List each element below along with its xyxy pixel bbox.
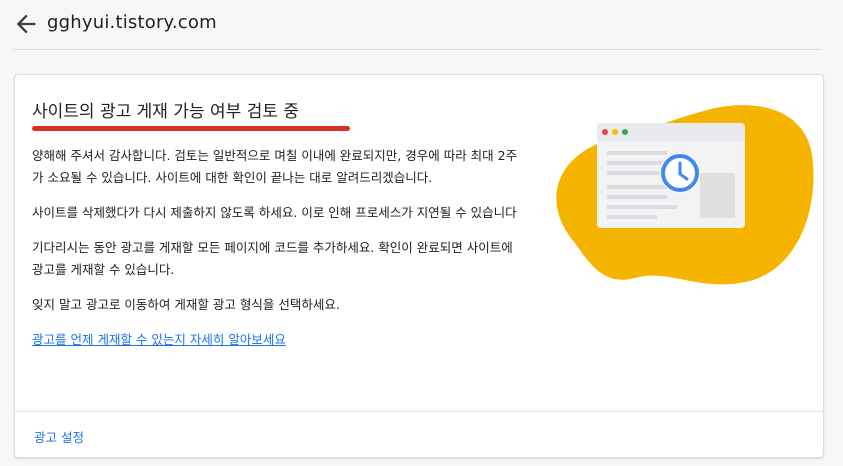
paragraph-choose-format: 잊지 말고 광고로 이동하여 게재할 광고 형식을 선택하세요. <box>32 297 340 312</box>
paragraph-add-code: 기다리시는 동안 광고를 게재할 모든 페이지에 코드를 추가하세요. 확인이 … <box>32 240 513 277</box>
site-title: gghyui.tistory.com <box>47 12 217 33</box>
card-footer-divider <box>15 411 823 412</box>
top-bar: gghyui.tistory.com <box>0 0 843 50</box>
clock-icon <box>660 153 700 193</box>
header-divider <box>14 49 822 50</box>
learn-more-link[interactable]: 광고를 언제 게재할 수 있는지 자세히 알아보세요 <box>32 329 286 351</box>
paragraph-review-thanks: 양해해 주셔서 감사합니다. 검토는 일반적으로 며칠 이내에 완료되지만, 경… <box>32 148 518 185</box>
ad-settings-link[interactable]: 광고 설정 <box>34 427 84 446</box>
paragraph-do-not-resubmit: 사이트를 삭제했다가 다시 제출하지 않도록 하세요. 이로 인해 프로세스가 … <box>32 205 517 220</box>
back-button[interactable] <box>12 10 40 38</box>
review-status-card: 사이트의 광고 게재 가능 여부 검토 중 양해해 주셔서 감사합니다. 검토는… <box>14 74 824 458</box>
arrow-back-icon <box>16 14 36 34</box>
card-body: 양해해 주셔서 감사합니다. 검토는 일반적으로 며칠 이내에 완료되지만, 경… <box>32 145 528 351</box>
title-highlight-underline <box>32 126 350 131</box>
card-title: 사이트의 광고 게재 가능 여부 검토 중 <box>32 102 300 122</box>
review-illustration <box>556 105 814 285</box>
